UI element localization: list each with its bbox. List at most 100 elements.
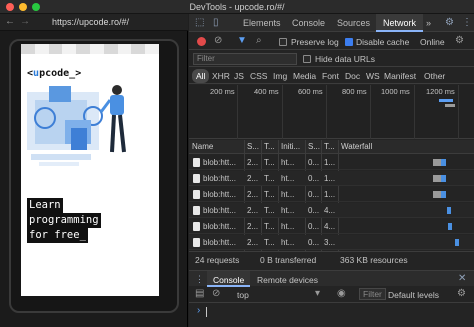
request-time: 1... — [324, 190, 336, 199]
context-dropdown-icon[interactable]: ▾ — [315, 288, 320, 299]
request-name: blob:htt... — [203, 190, 236, 199]
more-tabs-icon[interactable]: » — [426, 18, 431, 28]
type-filter-other[interactable]: Other — [424, 71, 445, 81]
request-type: T... — [264, 238, 275, 247]
network-toolbar: ⊘ ▼ ⌕ Preserve log Disable cache Online … — [189, 33, 474, 50]
upcode-logo[interactable]: <upcode_> — [27, 68, 81, 79]
forward-arrow-icon[interactable]: → — [20, 16, 30, 27]
network-overview-timeline[interactable]: 200 ms 400 ms 600 ms 800 ms 1000 ms 1200… — [189, 85, 474, 139]
file-icon — [193, 158, 200, 167]
tab-sources[interactable]: Sources — [337, 18, 370, 28]
drawer-tabbar: ⋮ Console Remote devices ✕ — [189, 270, 474, 287]
console-filter-input[interactable]: Filter — [359, 288, 386, 300]
type-filter-css[interactable]: CSS — [250, 71, 267, 81]
waterfall-bar — [441, 159, 446, 166]
window-titlebar: DevTools - upcode.ro/#/ — [0, 0, 474, 14]
prompt-chevron-icon: › — [197, 305, 201, 316]
waterfall-bar — [447, 207, 451, 214]
column-initiator[interactable]: Initi... — [281, 142, 300, 151]
back-arrow-icon[interactable]: ← — [5, 16, 15, 27]
request-time: 1... — [324, 174, 336, 183]
more-options-icon[interactable]: ⋮ — [462, 17, 472, 28]
type-filter-all[interactable]: All — [192, 69, 210, 83]
console-prompt[interactable]: › — [189, 303, 474, 323]
resource-type-filters: All XHR JS CSS Img Media Font Doc WS Man… — [189, 67, 474, 84]
request-name: blob:htt... — [203, 222, 236, 231]
request-name: blob:htt... — [203, 174, 236, 183]
console-toolbar: ▤ ⊘ top ▾ ◉ Filter Default levels ⚙ — [189, 286, 474, 303]
drawer-menu-icon[interactable]: ⋮ — [195, 274, 204, 285]
tab-network[interactable]: Network — [376, 14, 424, 32]
type-filter-ws[interactable]: WS — [366, 71, 380, 81]
file-icon — [193, 206, 200, 215]
table-row[interactable]: blob:htt... 2... T... ht... 0... 1... — [189, 171, 474, 186]
filter-row: Filter Hide data URLs — [189, 51, 474, 67]
context-select[interactable]: top — [237, 290, 249, 300]
drawer-tab-console[interactable]: Console — [207, 271, 251, 287]
timeline-tick: 200 ms — [210, 87, 235, 96]
network-settings-gear-icon[interactable]: ⚙ — [455, 35, 464, 46]
page-preview-pane: ← → https://upcode.ro/#/ <upcode_> Learn… — [0, 14, 188, 327]
column-waterfall[interactable]: Waterfall — [341, 142, 372, 151]
tab-console[interactable]: Console — [292, 18, 325, 28]
drawer-tab-remote-devices[interactable]: Remote devices — [257, 275, 318, 285]
type-filter-xhr[interactable]: XHR — [212, 71, 230, 81]
console-sidebar-icon[interactable]: ▤ — [195, 288, 204, 299]
search-icon[interactable]: ⌕ — [256, 35, 262, 46]
throttling-select[interactable]: Online — [420, 37, 445, 47]
preserve-log-checkbox[interactable] — [279, 38, 287, 46]
hero-line-2: programming — [27, 213, 101, 228]
console-settings-gear-icon[interactable]: ⚙ — [457, 288, 466, 299]
request-status: 2... — [247, 222, 259, 231]
request-size: 0... — [308, 158, 320, 167]
preserve-log-label: Preserve log — [291, 37, 339, 47]
request-count: 24 requests — [195, 255, 240, 265]
hide-data-urls-checkbox[interactable] — [303, 55, 311, 63]
column-name[interactable]: Name — [192, 142, 213, 151]
filter-icon[interactable]: ▼ — [237, 35, 247, 46]
device-toolbar-icon[interactable]: ▯ — [213, 17, 219, 28]
record-icon[interactable] — [197, 37, 206, 46]
request-status: 2... — [247, 206, 259, 215]
hero-line-3: for free_ — [27, 228, 88, 243]
disable-cache-checkbox[interactable] — [345, 38, 353, 46]
column-time[interactable]: T... — [324, 142, 335, 151]
mobile-viewport[interactable]: <upcode_> Learn programming for free_ — [21, 44, 159, 296]
column-status[interactable]: S... — [247, 142, 259, 151]
type-filter-manifest[interactable]: Manifest — [384, 71, 416, 81]
inspect-element-icon[interactable]: ⬚ — [195, 17, 204, 28]
waterfall-bar — [433, 159, 441, 166]
clear-icon[interactable]: ⊘ — [214, 35, 222, 46]
live-expression-eye-icon[interactable]: ◉ — [337, 288, 346, 299]
waterfall-bar — [455, 239, 459, 246]
tab-elements[interactable]: Elements — [243, 18, 281, 28]
network-filter-input[interactable]: Filter — [193, 53, 297, 65]
request-size: 0... — [308, 222, 320, 231]
url-text[interactable]: https://upcode.ro/#/ — [52, 17, 129, 27]
table-row[interactable]: blob:htt... 2... T... ht... 0... 1... — [189, 155, 474, 170]
table-row[interactable]: blob:htt... 2... T... ht... 0... 3... — [189, 235, 474, 250]
table-row[interactable]: blob:htt... 2... T... ht... 0... 4... — [189, 203, 474, 218]
address-bar: ← → https://upcode.ro/#/ — [0, 14, 188, 31]
table-row[interactable]: blob:htt... 2... T... ht... 0... 4... — [189, 219, 474, 234]
console-clear-icon[interactable]: ⊘ — [212, 288, 220, 299]
timeline-tick: 1000 ms — [381, 87, 410, 96]
request-initiator: ht... — [281, 222, 295, 231]
type-filter-media[interactable]: Media — [293, 71, 316, 81]
table-row[interactable]: blob:htt... 2... T... ht... 0... 1... — [189, 187, 474, 202]
file-icon — [193, 238, 200, 247]
network-summary-bar: 24 requests 0 B transferred 363 KB resou… — [189, 251, 474, 266]
type-filter-doc[interactable]: Doc — [345, 71, 360, 81]
column-type[interactable]: T... — [264, 142, 275, 151]
type-filter-js[interactable]: JS — [234, 71, 244, 81]
type-filter-font[interactable]: Font — [322, 71, 339, 81]
devtools-tabbar: ⬚ ▯ Elements Console Sources Network » ⚙… — [189, 14, 474, 32]
close-drawer-icon[interactable]: ✕ — [458, 273, 466, 284]
waterfall-bar — [433, 191, 441, 198]
type-filter-img[interactable]: Img — [273, 71, 287, 81]
waterfall-bar — [441, 191, 446, 198]
log-levels-select[interactable]: Default levels — [388, 290, 439, 300]
request-size: 0... — [308, 190, 320, 199]
settings-gear-icon[interactable]: ⚙ — [445, 17, 454, 28]
column-size[interactable]: S... — [308, 142, 320, 151]
